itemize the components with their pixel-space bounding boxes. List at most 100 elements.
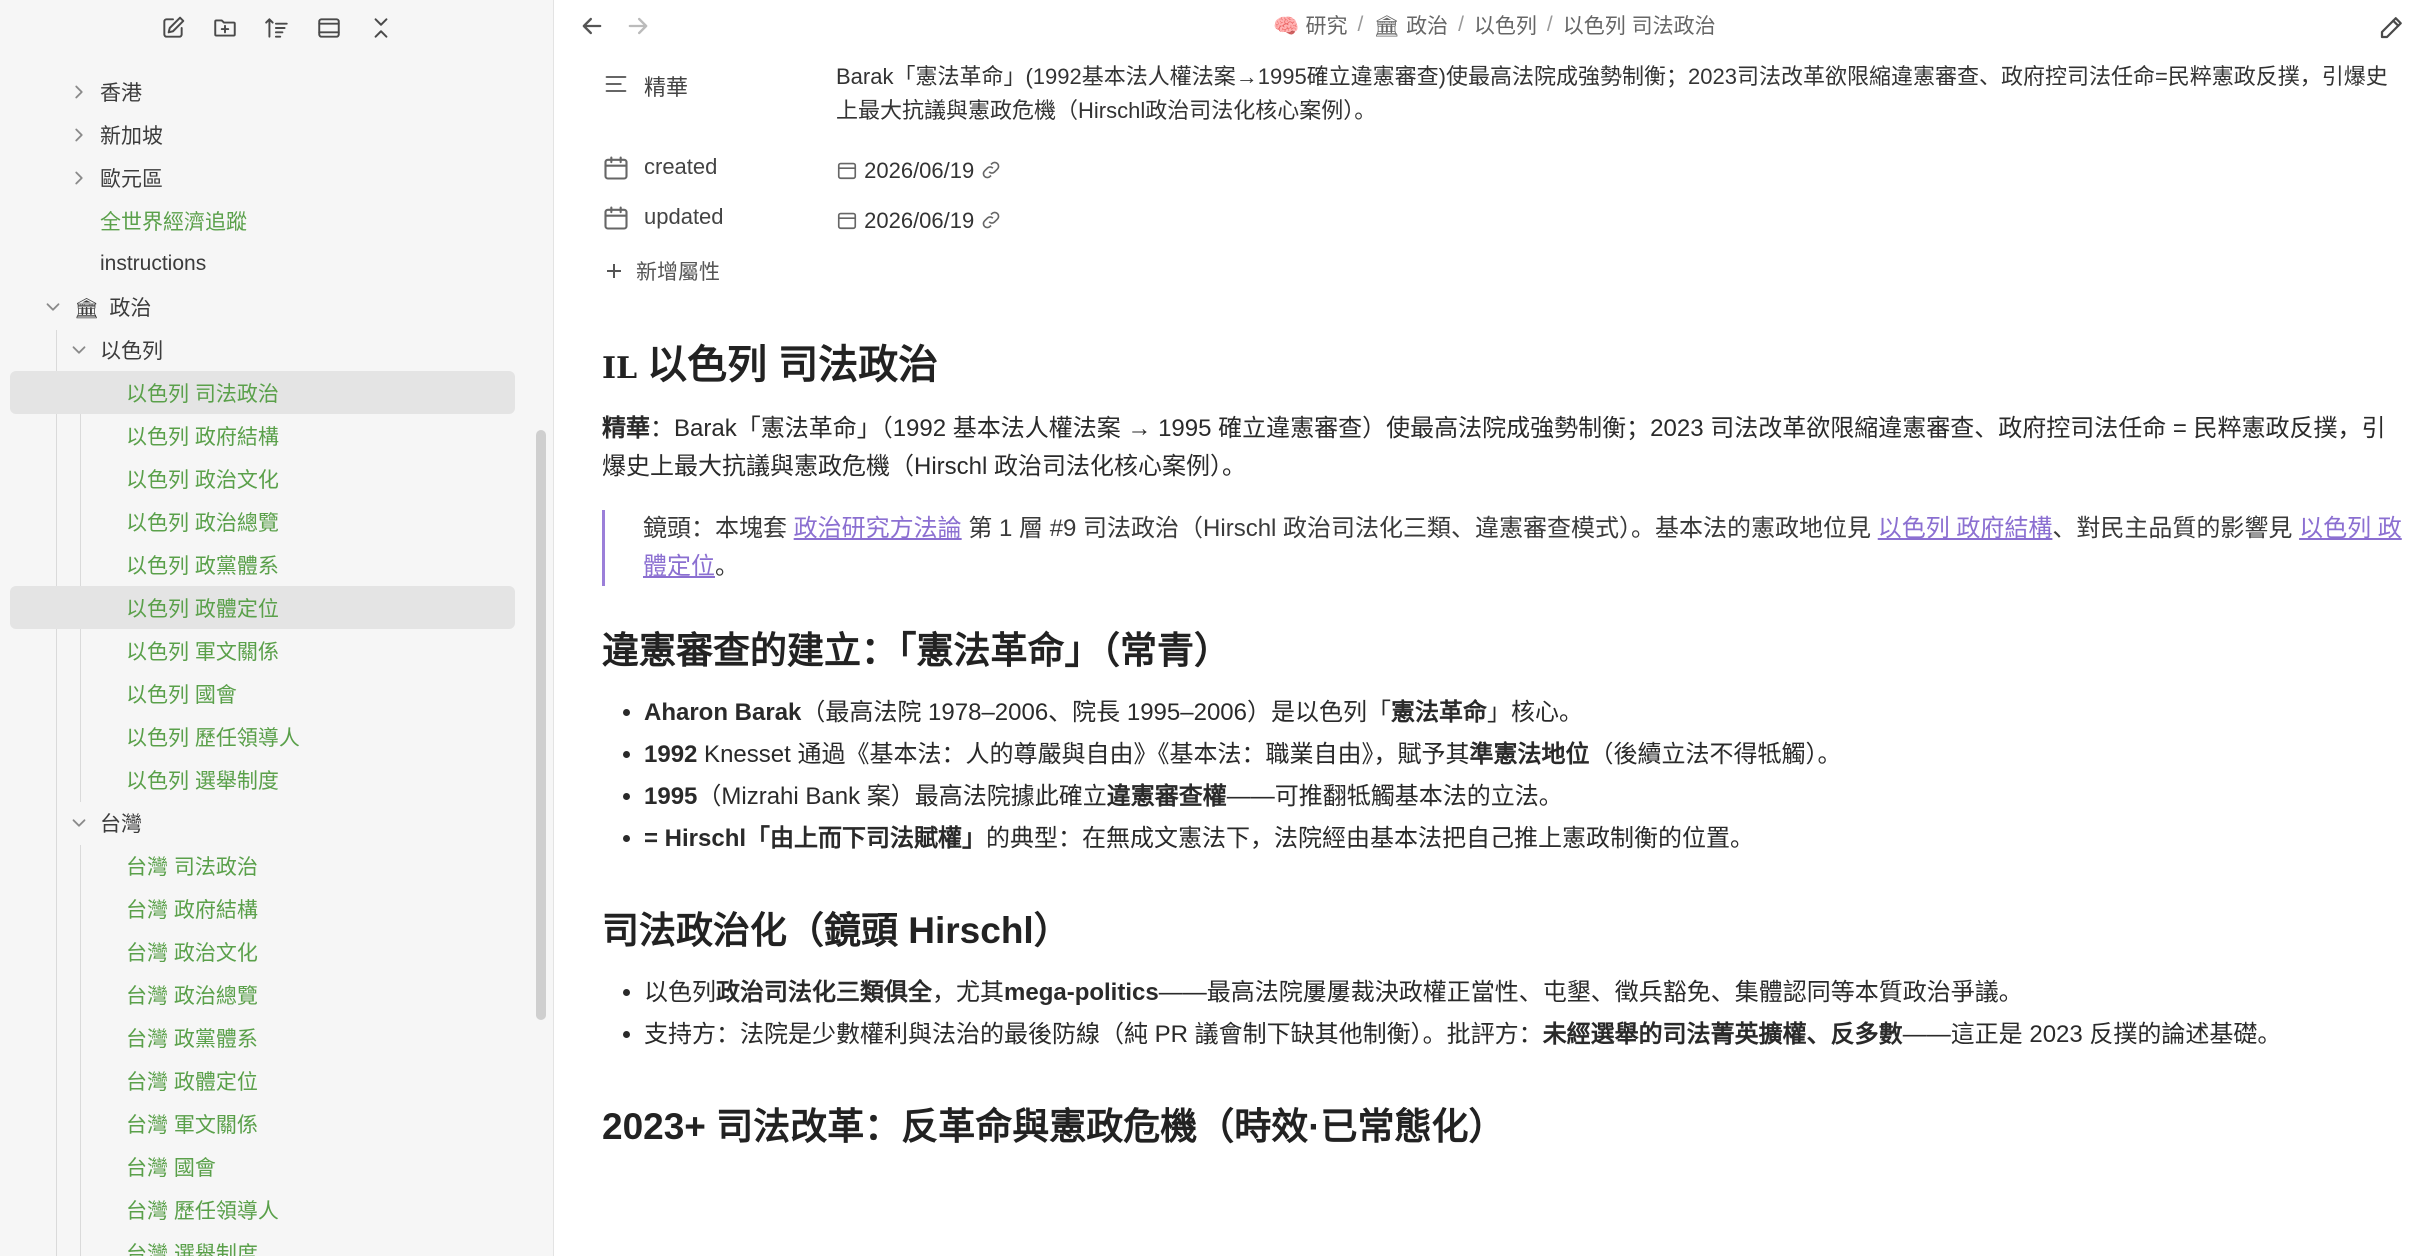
chevron-down-icon[interactable] [68,812,90,834]
sidebar-item[interactable]: 台灣 國會 [0,1145,553,1188]
sidebar-item-label: 台灣 政治總覽 [126,984,258,1008]
sidebar-item-label: 台灣 政黨體系 [126,1027,258,1051]
sidebar-item-label: 歐元區 [100,167,163,191]
property-value[interactable]: 2026/06/19 [836,154,2396,188]
list-item: Aharon Barak（最高法院 1978–2006、院長 1995–2006… [644,692,2402,734]
sidebar-item[interactable]: 以色列 政府結構 [0,414,553,457]
link-methodology[interactable]: 政治研究方法論 [794,515,962,542]
lens-blockquote: 鏡頭：本塊套 政治研究方法論 第 1 層 #9 司法政治（Hirschl 政治司… [602,510,2402,586]
bank-icon: 🏛 [1373,15,1401,38]
breadcrumb-item-current[interactable]: 以色列 司法政治 [1563,10,1716,40]
sidebar-item[interactable]: 以色列 軍文關係 [0,629,553,672]
new-note-icon[interactable] [158,13,188,43]
property-name: updated [644,204,724,229]
sidebar-item[interactable]: 台灣 歷任領導人 [0,1188,553,1231]
sidebar-item[interactable]: 台灣 政黨體系 [0,1016,553,1059]
sidebar-item[interactable]: 以色列 選舉制度 [0,758,553,801]
sidebar-item[interactable]: 台灣 司法政治 [0,844,553,887]
sidebar-item[interactable]: 台灣 政府結構 [0,887,553,930]
sidebar-item-label: 台灣 政體定位 [126,1070,258,1094]
link-icon[interactable] [980,209,1002,231]
note-title: IL 以色列 司法政治 [602,343,939,387]
add-property-button[interactable]: 新增屬性 [602,244,2402,298]
sidebar-item-label: 以色列 [100,339,163,363]
sidebar-item[interactable]: 以色列 國會 [0,672,553,715]
sidebar-folder[interactable]: 新加坡 [0,113,553,156]
heading-judicial-review: 違憲審查的建立：「憲法革命」（常青） [602,630,1231,671]
sidebar-item-label: 台灣 政治文化 [126,941,258,965]
chevron-right-icon[interactable] [68,167,90,189]
list-item: 以色列政治司法化三類俱全，尤其mega-politics——最高法院屢屢裁決政權… [644,972,2402,1014]
note-content: 精華 Barak「憲法革命」(1992基本法人權法案→1995確立違憲審查)使最… [602,60,2402,1168]
sidebar-folder[interactable]: 香港 [0,70,553,113]
sidebar-item[interactable]: 全世界經濟追蹤 [0,199,553,242]
breadcrumb-item-research[interactable]: 🧠 研究 [1273,10,1347,40]
sidebar-item-label: 台灣 歷任領導人 [126,1199,279,1223]
chevron-right-icon[interactable] [68,81,90,103]
chevron-down-icon[interactable] [68,339,90,361]
breadcrumb: 🧠 研究 / 🏛 政治 / 以色列 / 以色列 司法政治 [554,0,2435,50]
sidebar-item[interactable]: 台灣 政治文化 [0,930,553,973]
list-item: = Hirschl「由上而下司法賦權」的典型：在無成文憲法下，法院經由基本法把自… [644,818,2402,860]
sidebar-item-label: 台灣 軍文關係 [126,1113,258,1137]
collapse-all-icon[interactable] [366,13,396,43]
sidebar-scrollbar[interactable] [536,430,546,1020]
link-icon[interactable] [980,159,1002,181]
sidebar-item-label: 以色列 司法政治 [126,382,279,406]
property-value[interactable]: 2026/06/19 [836,204,2396,238]
new-folder-icon[interactable] [210,13,240,43]
sidebar-folder[interactable]: 以色列 [0,328,553,371]
property-value[interactable]: Barak「憲法革命」(1992基本法人權法案→1995確立違憲審查)使最高法院… [836,60,2396,128]
chevron-down-icon[interactable] [42,296,64,318]
sidebar-item[interactable]: 以色列 政治總覽 [0,500,553,543]
sidebar-item[interactable]: 台灣 軍文關係 [0,1102,553,1145]
sidebar-item-label: 台灣 國會 [126,1156,216,1180]
sidebar-item-label: instructions [100,251,207,275]
sidebar-item-label: 以色列 政治總覽 [126,511,279,535]
plus-icon [607,264,621,278]
sidebar-item[interactable]: 台灣 政治總覽 [0,973,553,1016]
sidebar-item[interactable]: 以色列 政治文化 [0,457,553,500]
list-item: 1995（Mizrahi Bank 案）最高法院據此確立違憲審查權——可推翻牴觸… [644,776,2402,818]
sidebar-item[interactable]: 以色列 政黨體系 [0,543,553,586]
calendar-icon [602,154,630,182]
link-israel-government[interactable]: 以色列 政府結構 [1878,515,2053,542]
edit-pencil-icon[interactable] [2377,12,2407,42]
file-tree: 香港新加坡歐元區全世界經濟追蹤 instructions 🏛 政治以色列以色列 司法政… [0,70,553,1256]
sidebar-item-label: 以色列 政府結構 [126,425,279,449]
sidebar-folder[interactable]: 歐元區 [0,156,553,199]
summary-paragraph: 精華：Barak「憲法革命」（1992 基本法人權法案 → 1995 確立違憲審… [602,415,2386,480]
list-item: 1992 Knesset 通過《基本法：人的尊嚴與自由》《基本法：職業自由》，賦… [644,734,2402,776]
list-judicialization: 以色列政治司法化三類俱全，尤其mega-politics——最高法院屢屢裁決政權… [602,972,2402,1056]
sidebar-folder[interactable]: 🏛 政治 [0,285,553,328]
heading-judicialization: 司法政治化（鏡頭 Hirschl） [602,910,1071,951]
sidebar-item-label: 🏛 政治 [74,296,152,320]
flag-il-icon: IL [602,351,638,386]
note-pane: 🧠 研究 / 🏛 政治 / 以色列 / 以色列 司法政治 精華 Barak「憲法革命… [554,0,2435,1256]
breadcrumb-separator: / [1357,13,1364,36]
collapse-view-icon[interactable] [314,13,344,43]
sidebar-folder[interactable]: 台灣 [0,801,553,844]
property-updated[interactable]: updated 2026/06/19 [602,194,2402,244]
brain-icon: 🧠 [1273,15,1300,38]
text-lines-icon [602,70,630,98]
sidebar-item[interactable]: 以色列 歷任領導人 [0,715,553,758]
breadcrumb-item-israel[interactable]: 以色列 [1474,10,1537,40]
breadcrumb-item-politics[interactable]: 🏛 政治 [1373,10,1448,40]
sidebar-item[interactable]: 以色列 政體定位 [10,586,515,629]
calendar-icon [837,212,857,230]
sidebar-item[interactable]: 台灣 政體定位 [0,1059,553,1102]
sidebar-item[interactable]: 以色列 司法政治 [10,371,515,414]
sidebar-item-label: 台灣 政府結構 [126,898,258,922]
sidebar-item[interactable]: instructions [0,242,553,285]
property-summary[interactable]: 精華 Barak「憲法革命」(1992基本法人權法案→1995確立違憲審查)使最… [602,60,2402,144]
property-created[interactable]: created 2026/06/19 [602,144,2402,194]
top-bar: 🧠 研究 / 🏛 政治 / 以色列 / 以色列 司法政治 [554,0,2435,52]
sort-icon[interactable] [262,13,292,43]
list-judicial-review: Aharon Barak（最高法院 1978–2006、院長 1995–2006… [602,692,2402,860]
file-explorer-sidebar: 香港新加坡歐元區全世界經濟追蹤 instructions 🏛 政治以色列以色列 司法政… [0,0,554,1256]
sidebar-item-label: 台灣 選舉制度 [126,1242,258,1256]
chevron-right-icon[interactable] [68,124,90,146]
sidebar-item[interactable]: 台灣 選舉制度 [0,1231,553,1256]
sidebar-item-label: 香港 [100,81,142,105]
